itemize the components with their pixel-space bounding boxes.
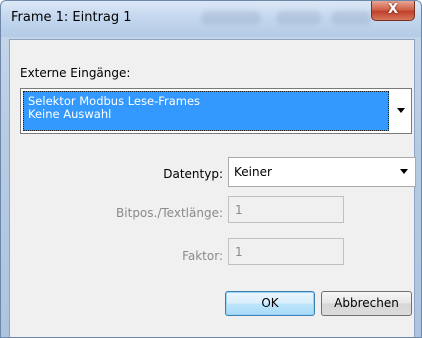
chevron-down-icon[interactable] bbox=[397, 108, 405, 113]
cancel-button[interactable]: Abbrechen bbox=[321, 291, 412, 316]
external-inputs-dropdown[interactable]: Selektor Modbus Lese-Frames Keine Auswah… bbox=[20, 88, 412, 134]
external-inputs-line-2: Keine Auswahl bbox=[28, 107, 112, 121]
title-bar-reflection bbox=[201, 11, 261, 25]
title-bar-reflection bbox=[276, 11, 321, 25]
bitpos-label: Bitpos./Textlänge: bbox=[116, 206, 223, 220]
ok-button[interactable]: OK bbox=[225, 291, 315, 316]
dialog-body: Externe Eingänge: Selektor Modbus Lese-F… bbox=[9, 39, 416, 337]
close-icon: X bbox=[387, 2, 399, 17]
dialog-window: Frame 1: Eintrag 1 X Externe Eingänge: S… bbox=[0, 0, 422, 338]
datatype-select[interactable]: Keiner bbox=[228, 157, 416, 187]
datatype-label: Datentyp: bbox=[163, 167, 223, 181]
bitpos-value: 1 bbox=[235, 203, 243, 217]
external-inputs-selected-item[interactable]: Selektor Modbus Lese-Frames Keine Auswah… bbox=[23, 91, 389, 131]
title-bar-reflection bbox=[331, 11, 371, 25]
window-title: Frame 1: Eintrag 1 bbox=[11, 10, 132, 25]
chevron-down-icon[interactable] bbox=[400, 169, 408, 174]
bitpos-field: 1 bbox=[228, 196, 344, 223]
factor-field: 1 bbox=[228, 238, 344, 265]
datatype-value: Keiner bbox=[234, 165, 272, 179]
close-button[interactable]: X bbox=[371, 1, 415, 21]
factor-label: Faktor: bbox=[182, 249, 223, 263]
title-bar[interactable]: Frame 1: Eintrag 1 X bbox=[1, 1, 421, 37]
factor-value: 1 bbox=[235, 245, 243, 259]
external-inputs-label: Externe Eingänge: bbox=[20, 66, 131, 80]
